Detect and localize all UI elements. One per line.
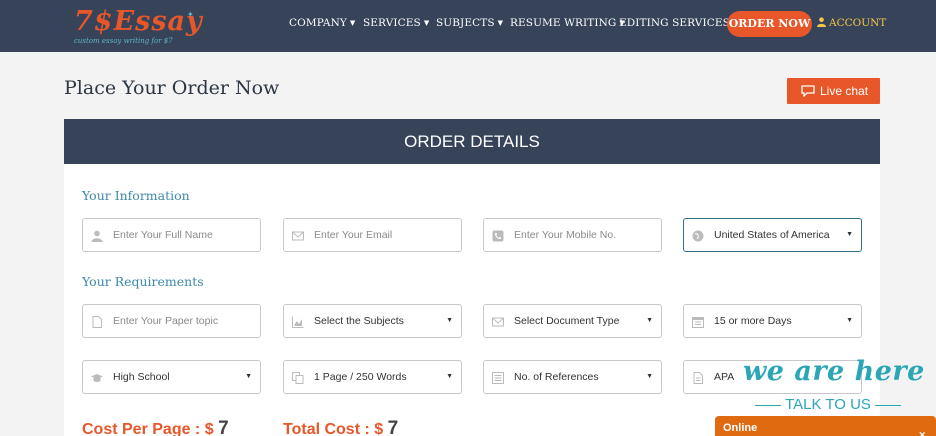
copy-icon [292, 372, 304, 384]
deadline-value: 15 or more Days [714, 315, 792, 327]
caret-down-icon: ▼ [245, 373, 252, 380]
cost-per-page-value: 7 [218, 418, 229, 436]
paper-topic-field[interactable]: Enter Your Paper topic [82, 304, 261, 338]
user-icon [91, 230, 103, 242]
phone-icon [492, 230, 504, 242]
nav-services-label: SERVICES [363, 17, 421, 29]
cost-per-page: Cost Per Page : $ 7 [82, 418, 229, 436]
logo-text: 7$Essay [74, 6, 203, 37]
globe-icon [692, 230, 704, 242]
chat-widget-headline[interactable]: we are here [743, 356, 925, 387]
envelope-icon [492, 317, 504, 327]
caret-down-icon: ▼ [846, 317, 853, 324]
divider [755, 404, 782, 406]
nav-company[interactable]: COMPANY ▼ [289, 17, 355, 29]
nav-subjects-label: SUBJECTS [436, 17, 495, 29]
pages-select[interactable]: 1 Page / 250 Words ▼ [283, 360, 462, 394]
chat-widget-subline[interactable]: TALK TO US [748, 396, 908, 414]
envelope-icon [292, 231, 304, 241]
subjects-select[interactable]: Select the Subjects ▼ [283, 304, 462, 338]
talk-to-us-label: TALK TO US [785, 396, 871, 413]
list-icon [492, 372, 504, 384]
chat-online-bar[interactable]: Online ✕ [715, 416, 936, 436]
total-cost: Total Cost : $ 7 [283, 418, 398, 436]
caret-down-icon: ▼ [646, 317, 653, 324]
country-value: United States of America [714, 229, 830, 241]
email-placeholder: Enter Your Email [314, 229, 393, 241]
logo-sparkle-icon: ✦ [187, 10, 194, 19]
account-label: ACCOUNT [829, 17, 887, 29]
document-text-icon [693, 372, 703, 384]
live-chat-button[interactable]: Live chat [787, 78, 880, 104]
pages-value: 1 Page / 250 Words [314, 371, 407, 383]
total-cost-label: Total Cost : $ [283, 421, 384, 436]
order-details-header: ORDER DETAILS [64, 119, 880, 164]
nav-editing-services[interactable]: EDITING SERVICES▼ [619, 17, 738, 29]
caret-down-icon: ▼ [646, 373, 653, 380]
total-cost-value: 7 [387, 418, 399, 436]
site-logo[interactable]: 7$Essay ✦ custom essay writing for $7 [72, 6, 202, 50]
subjects-value: Select the Subjects [314, 315, 404, 327]
references-select[interactable]: No. of References ▼ [483, 360, 662, 394]
nav-resume-writing[interactable]: RESUME WRITING ▼ [510, 17, 625, 29]
chevron-down-icon: ▼ [349, 19, 356, 27]
nav-subjects[interactable]: SUBJECTS ▼ [436, 17, 503, 29]
chevron-down-icon: ▼ [497, 19, 504, 27]
caret-down-icon: ▼ [846, 231, 853, 238]
email-field[interactable]: Enter Your Email [283, 218, 462, 252]
top-navbar: 7$Essay ✦ custom essay writing for $7 CO… [0, 0, 936, 52]
divider [874, 404, 901, 406]
chat-bubble-icon [801, 85, 815, 97]
citation-style-value: APA [714, 371, 735, 383]
caret-down-icon: ▼ [446, 373, 453, 380]
chevron-down-icon: ▼ [423, 19, 430, 27]
country-select[interactable]: United States of America ▼ [683, 218, 862, 252]
logo-tagline: custom essay writing for $7 [74, 37, 173, 45]
user-icon [817, 17, 826, 27]
caret-down-icon: ▼ [446, 317, 453, 324]
nav-resume-writing-label: RESUME WRITING [510, 17, 617, 29]
mobile-placeholder: Enter Your Mobile No. [514, 229, 617, 241]
full-name-field[interactable]: Enter Your Full Name [82, 218, 261, 252]
close-icon[interactable]: ✕ [918, 423, 926, 436]
nav-services[interactable]: SERVICES ▼ [363, 17, 429, 29]
academic-level-value: High School [113, 371, 170, 383]
your-information-heading: Your Information [82, 188, 190, 203]
full-name-placeholder: Enter Your Full Name [113, 229, 213, 241]
your-requirements-heading: Your Requirements [82, 274, 204, 289]
calendar-icon [692, 317, 704, 328]
nav-editing-services-label: EDITING SERVICES [619, 17, 730, 29]
mobile-field[interactable]: Enter Your Mobile No. [483, 218, 662, 252]
page-title: Place Your Order Now [64, 77, 280, 99]
document-type-value: Select Document Type [514, 315, 620, 327]
document-icon [92, 316, 102, 328]
online-status: Online [723, 422, 758, 434]
references-value: No. of References [514, 371, 599, 383]
academic-level-select[interactable]: High School ▼ [82, 360, 261, 394]
account-link[interactable]: ACCOUNT [817, 17, 886, 29]
deadline-select[interactable]: 15 or more Days ▼ [683, 304, 862, 338]
cost-per-page-label: Cost Per Page : $ [82, 421, 214, 436]
order-now-button[interactable]: ORDER NOW [727, 11, 812, 37]
graduation-cap-icon [91, 374, 103, 382]
area-chart-icon [292, 316, 304, 328]
paper-topic-placeholder: Enter Your Paper topic [113, 315, 219, 327]
document-type-select[interactable]: Select Document Type ▼ [483, 304, 662, 338]
nav-company-label: COMPANY [289, 17, 347, 29]
live-chat-label: Live chat [820, 84, 869, 98]
